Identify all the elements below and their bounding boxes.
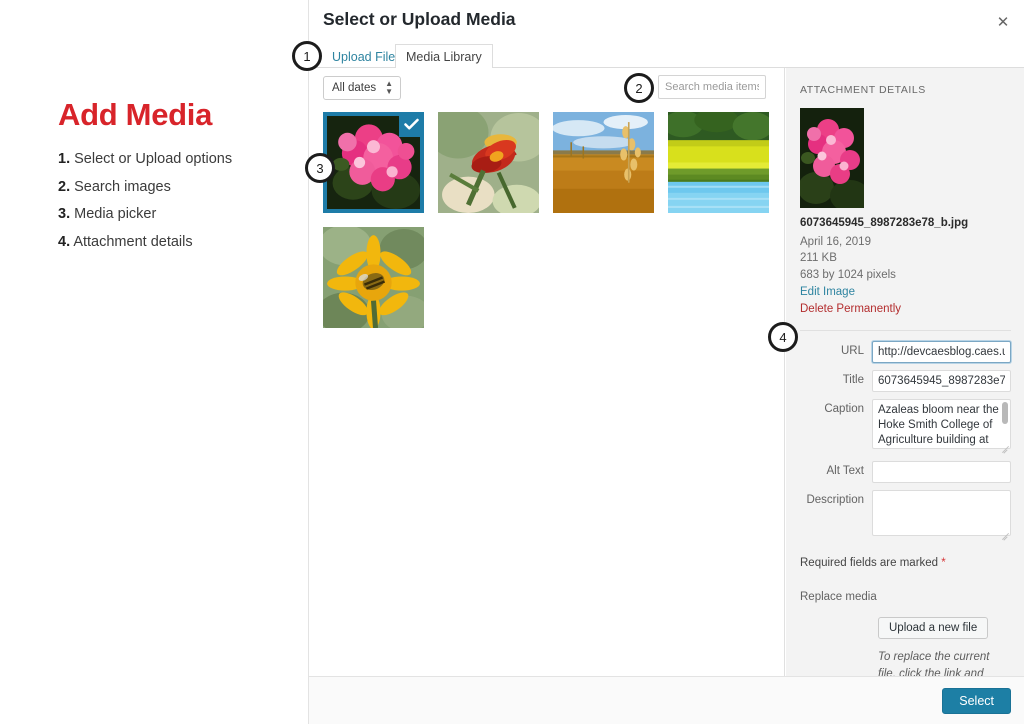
caption-textarea[interactable] — [872, 399, 1011, 450]
description-label: Description — [806, 494, 864, 507]
media-item-yellow-sunflower-with-bee[interactable] — [323, 227, 424, 328]
legend-item-number: 2. — [58, 178, 71, 195]
legend-item-label: Search images — [74, 178, 171, 195]
media-browser: All dates ▲ ▼ — [309, 68, 785, 676]
description-field-row: Description — [800, 490, 1011, 541]
page-title: Add Media — [58, 97, 213, 132]
required-asterisk: * — [941, 557, 946, 570]
select-button[interactable]: Select — [942, 688, 1011, 714]
attachment-details-heading: ATTACHMENT DETAILS — [800, 84, 926, 96]
callout-marker-4: 4 — [768, 322, 798, 352]
attachment-dimensions: 683 by 1024 pixels — [800, 268, 896, 281]
attachment-date: April 16, 2019 — [800, 235, 871, 248]
legend-item-number: 1. — [58, 151, 71, 168]
description-textarea[interactable] — [872, 490, 1011, 537]
required-fields-text: Required fields are marked — [800, 557, 939, 570]
legend-panel: Add Media 1. Select or Upload options 2.… — [58, 97, 288, 260]
url-label: URL — [840, 345, 864, 358]
required-fields-note: Required fields are marked * — [800, 557, 1011, 569]
replace-media-hint: To replace the current file, click the l… — [878, 651, 990, 676]
media-item-red-daylily-flower[interactable] — [438, 112, 539, 213]
legend-item-label: Media picker — [74, 206, 157, 223]
callout-marker-2: 2 — [624, 73, 654, 103]
screenshot-root: Add Media 1. Select or Upload options 2.… — [0, 0, 1024, 724]
modal-footer: Select — [309, 676, 1024, 724]
description-wrapper — [872, 490, 1011, 541]
attachment-filename: 6073645945_8987283e78_b.jpg — [800, 217, 969, 229]
legend-item: 1. Select or Upload options — [58, 150, 288, 170]
caption-wrapper — [872, 399, 1011, 454]
close-icon[interactable]: ✕ — [990, 10, 1016, 36]
alt-text-input[interactable] — [872, 461, 1011, 484]
media-modal: Select or Upload Media ✕ Upload Files Me… — [308, 0, 1024, 724]
modal-body: All dates ▲ ▼ Search media items. ATTACH… — [309, 68, 1024, 676]
title-field-row: Title — [800, 370, 1011, 393]
date-filter-select[interactable]: All dates ▲ ▼ — [323, 76, 401, 100]
thumbnail-artwork — [553, 112, 654, 213]
url-input[interactable] — [872, 341, 1011, 364]
attachment-preview-thumbnail[interactable] — [800, 108, 864, 208]
thumbnail-artwork — [668, 112, 769, 213]
thumbnail-artwork — [438, 112, 539, 213]
upload-new-file-button[interactable]: Upload a new file — [878, 617, 989, 640]
replace-media-label: Replace media — [800, 591, 877, 604]
legend-item-number: 3. — [58, 206, 71, 223]
tab-media-library[interactable]: Media Library — [395, 44, 493, 69]
legend-item: 2. Search images — [58, 178, 288, 198]
alt-text-label: Alt Text — [826, 465, 865, 478]
media-item-yellow-field-with-water[interactable] — [668, 112, 769, 213]
title-label: Title — [842, 374, 864, 387]
media-toolbar: All dates ▲ ▼ — [309, 68, 784, 110]
legend-item-number: 4. — [58, 233, 71, 250]
caption-scrollbar[interactable] — [1002, 402, 1008, 425]
delete-permanently-link[interactable]: Delete Permanently — [800, 301, 1011, 318]
date-filter-value: All dates — [332, 82, 377, 94]
checkmark-icon[interactable] — [399, 116, 420, 137]
search-input[interactable] — [658, 75, 766, 99]
attachment-details-panel: ATTACHMENT DETAILS 6073645945_8987283e78… — [786, 68, 1024, 676]
title-input[interactable] — [872, 370, 1011, 393]
alt-text-field-row: Alt Text — [800, 461, 1011, 484]
modal-tabs: Upload Files Media Library — [309, 44, 1024, 69]
legend-item-label: Select or Upload options — [74, 151, 233, 168]
caption-field-row: Caption — [800, 399, 1011, 454]
callout-marker-3: 3 — [305, 153, 335, 183]
legend-list: 1. Select or Upload options 2. Search im… — [58, 150, 288, 252]
callout-marker-1: 1 — [292, 41, 322, 71]
legend-item-label: Attachment details — [73, 233, 193, 250]
url-field-row: URL — [800, 341, 1011, 364]
caption-label: Caption — [824, 403, 864, 416]
attachment-preview-artwork — [800, 108, 864, 208]
modal-title: Select or Upload Media — [323, 9, 516, 29]
attachment-filesize: 211 KB — [800, 252, 837, 265]
modal-header: Select or Upload Media ✕ — [309, 0, 1024, 42]
legend-item: 4. Attachment details — [58, 233, 288, 253]
edit-image-link[interactable]: Edit Image — [800, 284, 1011, 301]
media-grid — [323, 112, 775, 328]
legend-item: 3. Media picker — [58, 205, 288, 225]
chevron-updown-icon: ▲ ▼ — [385, 79, 393, 96]
media-item-pink-azalea-blossoms[interactable] — [323, 112, 424, 213]
media-item-soybean-field-crop[interactable] — [553, 112, 654, 213]
thumbnail-artwork — [323, 227, 424, 328]
details-divider — [800, 330, 1011, 332]
